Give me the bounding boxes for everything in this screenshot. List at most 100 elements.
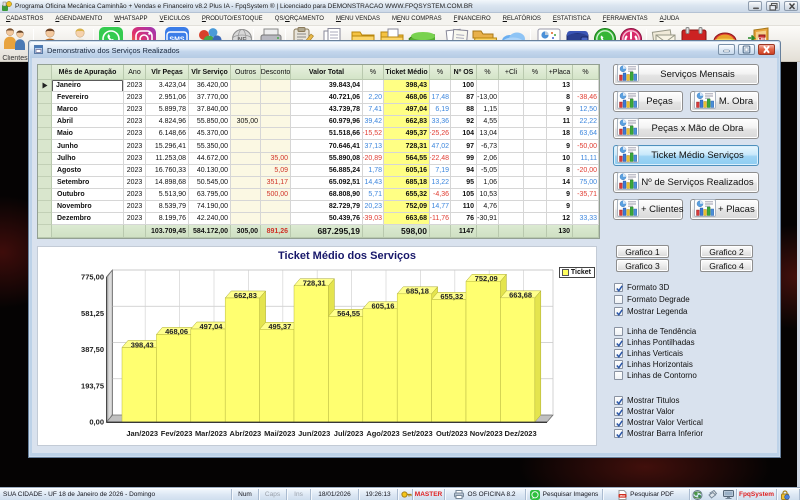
column-header-Ano[interactable]: Ano <box>124 65 146 80</box>
child-minimize-button[interactable] <box>718 44 735 55</box>
menu-item-estatistica[interactable]: ESTATISTICA <box>547 16 597 22</box>
table-row[interactable]: Agosto202316.760,3340.130,005,0956.885,2… <box>38 165 599 177</box>
checkbox-box[interactable] <box>614 396 623 405</box>
column-header-Vlr Serviço[interactable]: Vlr Serviço <box>189 65 231 80</box>
column-header-+Cli[interactable]: +Cli <box>499 65 524 80</box>
menu-item-ferramentas[interactable]: FERRAMENTAS <box>597 16 654 22</box>
checkbox-box[interactable] <box>614 371 623 380</box>
column-header-+Placa[interactable]: +Placa <box>547 65 573 80</box>
grafico-button-grafico-[interactable]: Grafico 3 <box>616 259 669 272</box>
column-header-%[interactable]: % <box>524 65 547 80</box>
column-header-%[interactable]: % <box>363 65 384 80</box>
menu-item-cadastros[interactable]: CADASTROS <box>0 16 49 22</box>
child-window-titlebar[interactable]: Demonstrativo dos Serviços Realizados <box>30 42 779 58</box>
column-header-Desconto[interactable]: Desconto <box>261 65 291 80</box>
column-header-Nº OS[interactable]: Nº OS <box>451 65 477 80</box>
chart-select-button-pe-as[interactable]: Peças <box>613 91 683 112</box>
checkbox-mostrar-valor-vertical[interactable]: Mostrar Valor Vertical <box>614 417 703 427</box>
table-row[interactable]: Maio20236.148,6645.370,0051.518,66-15,52… <box>38 128 599 140</box>
checkbox-mostrar-valor[interactable]: Mostrar Valor <box>614 406 674 416</box>
svg-text:Ago/2023: Ago/2023 <box>366 429 399 438</box>
window-close-button[interactable] <box>784 1 798 11</box>
grafico-button-grafico-[interactable]: Grafico 1 <box>616 245 669 258</box>
checkbox-linhas-pontilhadas[interactable]: Linhas Pontilhadas <box>614 337 695 347</box>
checkbox-linha-de-tend-ncia[interactable]: Linha de Tendência <box>614 326 696 336</box>
table-cell <box>231 140 261 152</box>
table-cell: 2023 <box>124 128 146 140</box>
table-row[interactable]: Marco20235.899,7837.840,0043.739,787,414… <box>38 104 599 116</box>
globe-icon[interactable] <box>692 490 703 500</box>
menu-item-menu-vendas[interactable]: MENU VENDAS <box>330 16 386 22</box>
column-header-Valor Total[interactable]: Valor Total <box>291 65 363 80</box>
table-cell: 5.899,78 <box>146 104 189 116</box>
table-row[interactable]: Novembro20238.539,7974.190,0082.729,7920… <box>38 201 599 213</box>
checkbox-box[interactable] <box>614 429 623 438</box>
checkbox-mostrar-titulos[interactable]: Mostrar Titulos <box>614 395 679 405</box>
table-row[interactable]: Julho202311.253,0844.672,0035,0055.890,0… <box>38 153 599 165</box>
window-restore-button[interactable] <box>766 1 780 11</box>
column-header-%[interactable]: % <box>430 65 451 80</box>
menu-item-whatsapp[interactable]: WHATSAPP <box>108 16 153 22</box>
table-row[interactable]: Dezembro20238.199,7642.240,0050.439,76-3… <box>38 213 599 225</box>
table-row[interactable]: Fevereiro20232.951,0637.770,0040.721,062… <box>38 92 599 104</box>
printer2-icon[interactable] <box>708 490 718 499</box>
chart-select-button-m-obra[interactable]: M. Obra <box>690 91 759 112</box>
menu-item-veiculos[interactable]: VEICULOS <box>154 16 196 22</box>
child-restore-button[interactable] <box>738 44 755 55</box>
toolbar-button-clientes[interactable]: Clientes <box>1 27 29 61</box>
checkbox-linhas-de-contorno[interactable]: Linhas de Contorno <box>614 370 697 380</box>
table-cell: 14.898,68 <box>146 177 189 189</box>
checkbox-formato-d[interactable]: Formato 3D <box>614 282 669 292</box>
column-header-indicator[interactable] <box>38 65 52 80</box>
menu-item-produto-estoque[interactable]: PRODUTO/ESTOQUE <box>196 16 269 22</box>
table-row[interactable]: Abril20234.824,9655.850,00305,0060.979,9… <box>38 116 599 128</box>
column-header-Mês de Apuração[interactable]: Mês de Apuração <box>52 65 124 80</box>
checkbox-box[interactable] <box>614 349 623 358</box>
checkbox-box[interactable] <box>614 338 623 347</box>
checkbox-box[interactable] <box>614 327 623 336</box>
chart-select-button-ticket-m-dio-servi-os[interactable]: Ticket Médio Serviços <box>613 145 759 166</box>
checkbox-box[interactable] <box>614 307 623 316</box>
checkbox-linhas-verticais[interactable]: Linhas Verticais <box>614 348 683 358</box>
footer-cell <box>430 225 451 238</box>
column-header-Vlr Peças[interactable]: Vlr Peças <box>146 65 189 80</box>
grafico-button-grafico-[interactable]: Grafico 2 <box>700 245 753 258</box>
checkbox-box[interactable] <box>614 283 623 292</box>
menu-item-menu-compras[interactable]: MENU COMPRAS <box>386 16 448 22</box>
svg-text:Mai/2023: Mai/2023 <box>264 429 295 438</box>
column-header-%[interactable]: % <box>573 65 599 80</box>
chart-select-button-pe-as-x-m-o-de-obra[interactable]: Peças x Mão de Obra <box>613 118 759 139</box>
chart-select-button-n-de-servi-os-realizados[interactable]: Nº de Serviços Realizados <box>613 172 759 193</box>
checkbox-box[interactable] <box>614 407 623 416</box>
chart-select-button-servi-os-mensais[interactable]: Serviços Mensais <box>613 64 759 85</box>
checkbox-mostrar-barra-inferior[interactable]: Mostrar Barra Inferior <box>614 428 703 438</box>
column-header-Ticket Médio[interactable]: Ticket Médio <box>384 65 430 80</box>
table-row[interactable]: Janeiro20233.423,0436.420,0039.843,04398… <box>38 80 599 92</box>
checkbox-box[interactable] <box>614 295 623 304</box>
menu-item-relat-rios[interactable]: RELATÓRIOS <box>497 16 547 22</box>
grafico-button-grafico-[interactable]: Grafico 4 <box>700 259 753 272</box>
checkbox-box[interactable] <box>614 360 623 369</box>
checkbox-formato-degrade[interactable]: Formato Degrade <box>614 294 690 304</box>
table-row[interactable]: Junho202315.296,4155.350,0070.646,4137,1… <box>38 140 599 152</box>
chart-select-button--clientes[interactable]: + Clientes <box>613 199 683 220</box>
menu-item-qs-or-amento[interactable]: QS/ORÇAMENTO <box>269 16 330 22</box>
table-row[interactable]: Setembro202314.898,6850.545,00351,1765.0… <box>38 177 599 189</box>
chart-select-button--placas[interactable]: + Placas <box>690 199 759 220</box>
checkbox-linhas-horizontais[interactable]: Linhas Horizontais <box>614 359 693 369</box>
table-cell: 4,76 <box>477 201 499 213</box>
status-text: Ins <box>294 491 303 498</box>
menu-item-ajuda[interactable]: AJUDA <box>654 16 686 22</box>
checkbox-mostrar-legenda[interactable]: Mostrar Legenda <box>614 306 687 316</box>
window-minimize-button[interactable] <box>748 1 762 11</box>
checkbox-box[interactable] <box>614 418 623 427</box>
child-close-button[interactable] <box>758 44 775 55</box>
menu-item-agendamento[interactable]: AGENDAMENTO <box>49 16 108 22</box>
table-cell: Marco <box>52 104 124 116</box>
button-label: + Clientes <box>641 204 684 215</box>
table-row[interactable]: Outubro20235.513,9063.795,00500,0068.808… <box>38 189 599 201</box>
menu-item-financeiro[interactable]: FINANCEIRO <box>448 16 497 22</box>
monitor-icon[interactable] <box>723 490 734 499</box>
column-header-Outros[interactable]: Outros <box>231 65 261 80</box>
column-header-%[interactable]: % <box>477 65 499 80</box>
